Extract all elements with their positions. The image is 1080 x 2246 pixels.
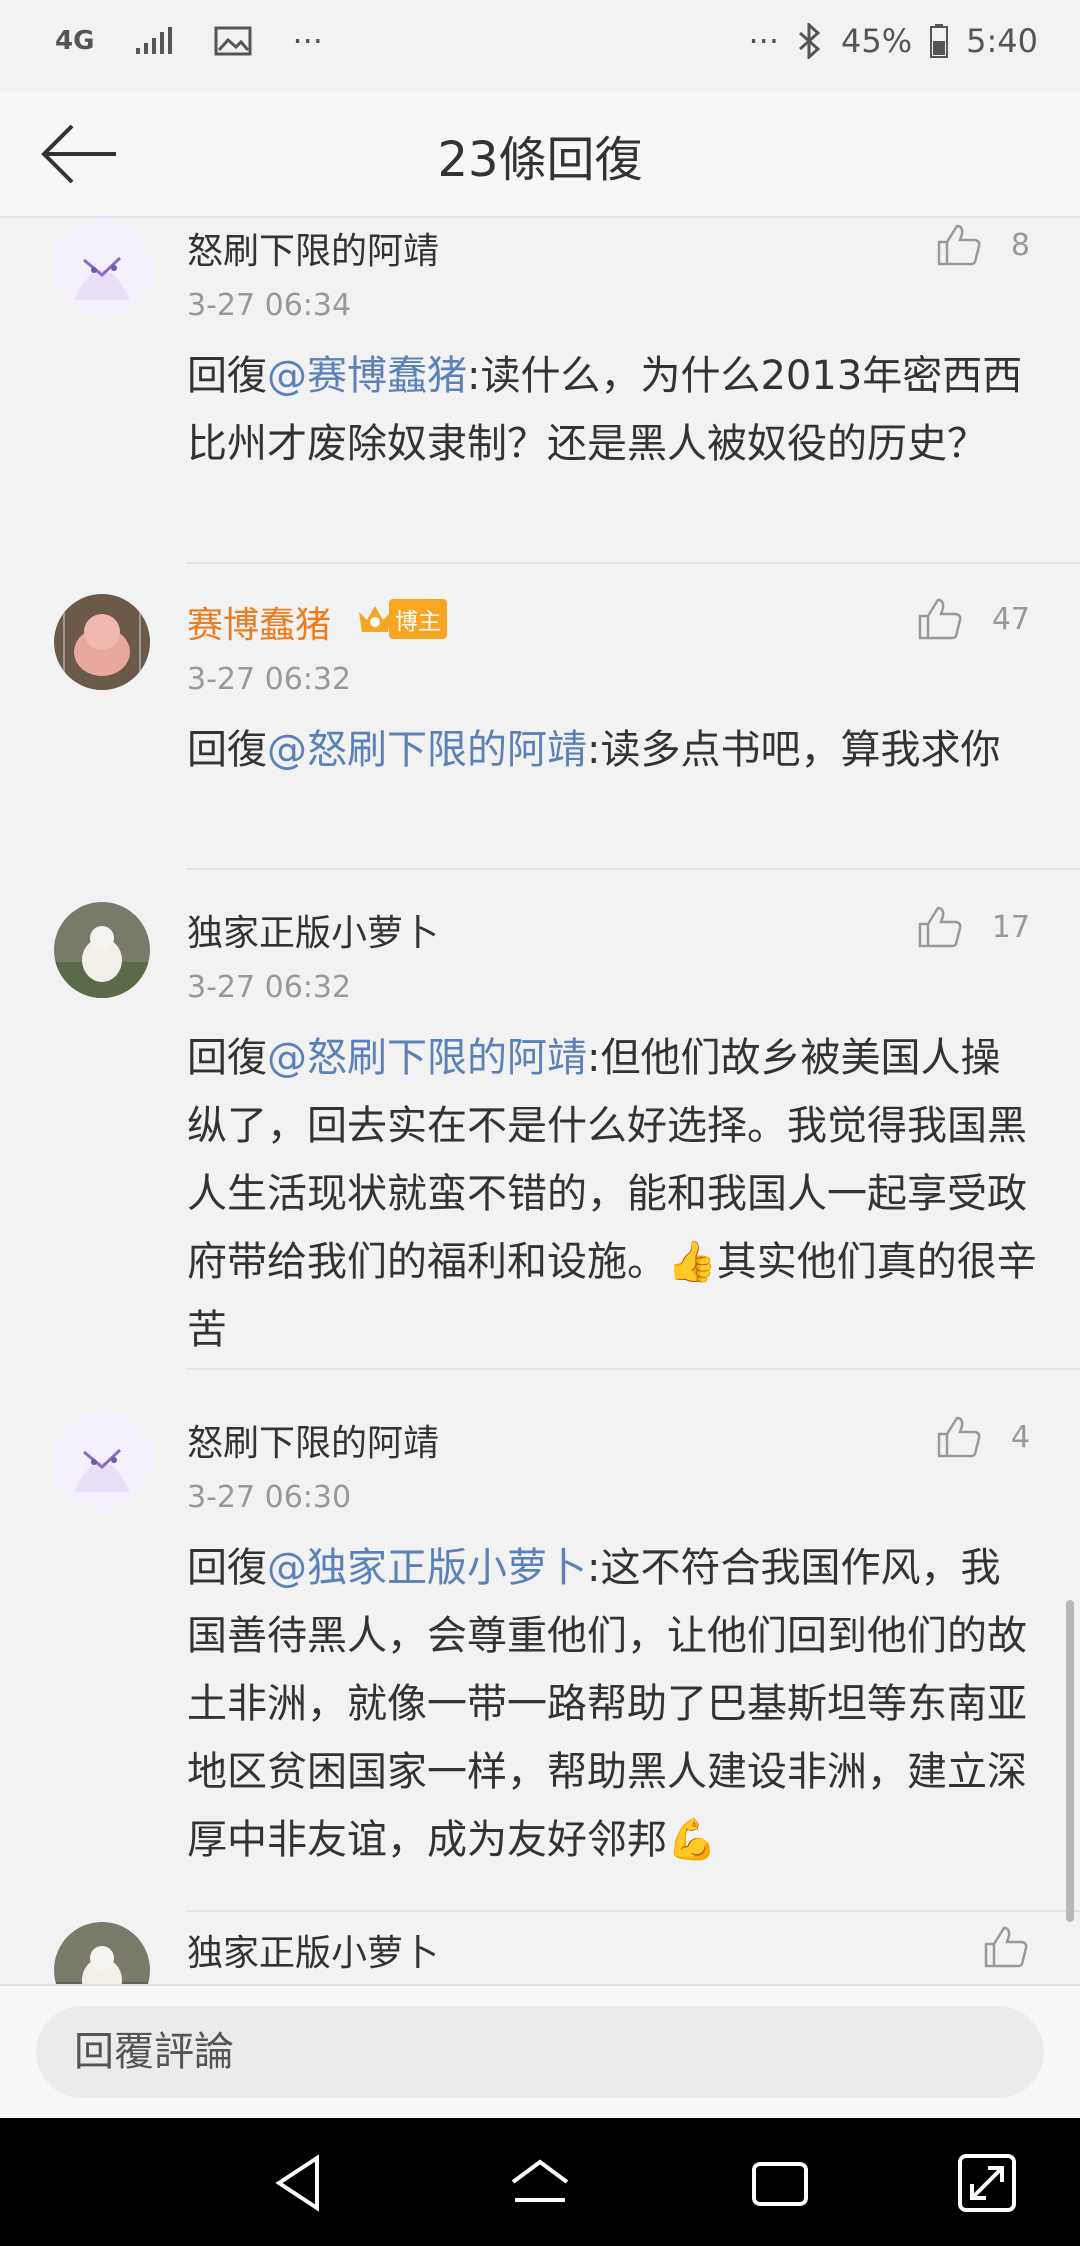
comment-text: 回復@独家正版小萝卜:这不符合我国作风，我国善待黑人，会尊重他们，让他们回到他们… [187, 1545, 1027, 1863]
battery-percent: 45% [841, 22, 913, 60]
bluetooth-icon [799, 23, 821, 59]
reply-input[interactable]: 回覆評論 [36, 2006, 1044, 2098]
like-count: 47 [991, 601, 1030, 637]
avatar[interactable] [54, 1412, 150, 1508]
battery-icon [930, 24, 949, 58]
comment-time: 3-27 06:34 [187, 288, 352, 323]
more-status: ··· [748, 22, 780, 60]
mention-link[interactable]: @独家正版小萝卜 [267, 1545, 587, 1591]
nav-recents-button[interactable] [745, 2148, 815, 2218]
thumbs-up-icon [918, 906, 962, 948]
reply-bar: 回覆評論 [0, 1984, 1080, 2120]
like-count: 8 [1010, 227, 1030, 263]
thumbs-up-icon [918, 598, 962, 640]
divider [187, 868, 1080, 870]
avatar[interactable] [54, 594, 150, 690]
system-nav-bar [0, 2118, 1080, 2246]
avatar[interactable] [54, 220, 150, 316]
recents-icon [752, 2162, 808, 2206]
like-button[interactable]: 17 [916, 904, 1030, 950]
nav-back-button[interactable] [265, 2148, 335, 2218]
comment-text: 回復@怒刷下限的阿靖:读多点书吧，算我求你 [187, 727, 1001, 773]
comment-time: 3-27 06:32 [187, 662, 352, 697]
blogger-badge: 博主 [355, 599, 447, 639]
divider [187, 1368, 1080, 1370]
clock: 5:40 [966, 22, 1038, 60]
divider [187, 1910, 1080, 1912]
comment-author[interactable]: 独家正版小萝卜 [187, 1924, 439, 1976]
mention-link[interactable]: @怒刷下限的阿靖 [267, 1035, 587, 1081]
more-notifications: ··· [292, 22, 323, 60]
network-indicator: 4G [55, 26, 95, 56]
comment-time: 3-27 06:32 [187, 970, 352, 1005]
comment-author[interactable]: 独家正版小萝卜 [187, 904, 439, 956]
status-bar: 4G ··· ··· 45% 5:40 [0, 0, 1080, 92]
like-count: 17 [991, 909, 1030, 945]
page-title: 23條回復 [437, 132, 643, 188]
comment-text: 回復@怒刷下限的阿靖:但他们故乡被美国人操纵了，回去实在不是什么好选择。我觉得我… [187, 1035, 1037, 1353]
comment-author[interactable]: 赛博蠢猪 [187, 596, 331, 648]
image-icon [214, 26, 252, 56]
like-button[interactable]: 47 [916, 596, 1030, 642]
avatar[interactable] [54, 1922, 150, 1984]
mention-link[interactable]: @赛博蠢猪 [267, 353, 467, 399]
divider [187, 562, 1080, 564]
avatar[interactable] [54, 902, 150, 998]
mention-link[interactable]: @怒刷下限的阿靖 [267, 727, 587, 773]
thumbs-up-icon [937, 1416, 981, 1458]
header: 23條回復 [0, 92, 1080, 218]
comment-text: 回復@赛博蠢猪:读什么，为什么2013年密西西比州才废除奴隶制？还是黑人被奴役的… [187, 353, 1023, 467]
like-button[interactable] [982, 1924, 1030, 1970]
like-button[interactable]: 8 [935, 222, 1030, 268]
like-button[interactable]: 4 [935, 1414, 1030, 1460]
resize-icon [958, 2154, 1016, 2212]
comment-author[interactable]: 怒刷下限的阿靖 [187, 222, 439, 274]
home-icon [511, 2159, 569, 2202]
nav-resize-button[interactable] [952, 2148, 1022, 2218]
signal-icon [136, 27, 173, 54]
nav-home-button[interactable] [505, 2148, 575, 2218]
badge-label: 博主 [389, 599, 447, 639]
comment-time: 3-27 06:30 [187, 1480, 352, 1515]
scrollbar[interactable] [1066, 1600, 1074, 1922]
thumbs-up-icon [937, 224, 981, 266]
comment-author[interactable]: 怒刷下限的阿靖 [187, 1414, 439, 1466]
thumbs-up-icon [984, 1926, 1028, 1968]
comment-list[interactable]: 怒刷下限的阿靖 8 3-27 06:34 回復@赛博蠢猪:读什么，为什么2013… [0, 218, 1080, 1984]
like-count: 4 [1010, 1419, 1030, 1455]
back-triangle-icon [275, 2154, 319, 2212]
